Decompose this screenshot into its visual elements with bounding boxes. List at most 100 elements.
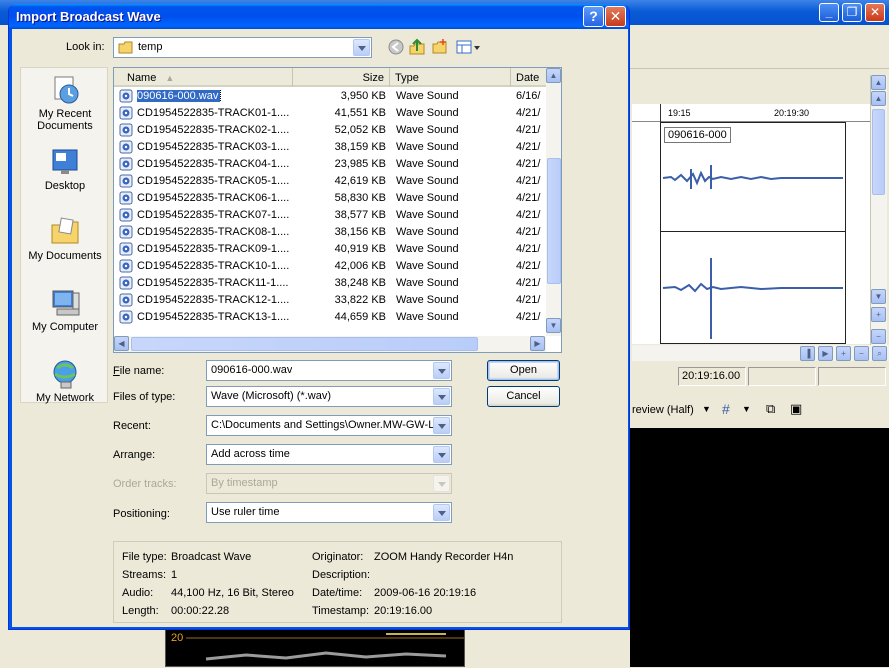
dialog-titlebar[interactable]: Import Broadcast Wave ? ✕ [9, 4, 629, 29]
chevron-down-icon[interactable] [433, 362, 450, 379]
files-of-type-dropdown[interactable]: Wave (Microsoft) (*.wav) [206, 386, 452, 407]
arrange-label: Arrange: [113, 449, 156, 461]
chevron-down-icon[interactable] [353, 39, 370, 56]
column-header-date[interactable]: Date [511, 68, 551, 87]
file-row[interactable]: CD1954522835-TRACK10-1.... 42,006 KB Wave … [114, 258, 546, 275]
minimize-button[interactable]: _ [819, 3, 839, 22]
chevron-down-icon[interactable]: ▼ [742, 404, 751, 414]
order-tracks-value: By timestamp [211, 477, 278, 489]
file-info-panel: File type: Broadcast Wave Streams: 1 Aud… [113, 541, 562, 623]
preview-toolbar: review (Half) ▼ # ▼ ⧉ ▣ [630, 397, 889, 423]
file-row[interactable]: CD1954522835-TRACK07-1.... 38,577 KB Wave … [114, 207, 546, 224]
file-date: 4/21/ [516, 192, 541, 204]
column-header-size[interactable]: Size [293, 68, 390, 87]
new-folder-icon[interactable] [430, 38, 450, 58]
help-button[interactable]: ? [583, 6, 604, 27]
file-size: 41,551 KB [334, 107, 386, 119]
chevron-down-icon[interactable] [433, 388, 450, 405]
track-vertical-scrollbar[interactable]: ▲ ▲ ▼ + − [870, 75, 887, 345]
chevron-down-icon[interactable] [433, 504, 450, 521]
file-size: 58,830 KB [334, 192, 386, 204]
preview-quality-label[interactable]: review (Half) [632, 404, 694, 416]
file-date: 4/21/ [516, 311, 541, 323]
place-my-computer[interactable]: My Computer [21, 287, 109, 333]
wave-file-icon [119, 89, 133, 103]
chevron-down-icon[interactable] [433, 446, 450, 463]
cancel-button[interactable]: Cancel [487, 386, 560, 407]
file-date: 4/21/ [516, 294, 541, 306]
file-row[interactable]: CD1954522835-TRACK04-1.... 23,985 KB Wave … [114, 156, 546, 173]
my-computer-icon [49, 287, 81, 319]
view-menu-icon[interactable] [454, 38, 482, 58]
file-list[interactable]: Name ▲ Size Type Date 090616-000.wav 3,95… [113, 67, 562, 353]
file-name: CD1954522835-TRACK05-1.... [137, 175, 290, 187]
file-row[interactable]: CD1954522835-TRACK01-1.... 41,551 KB Wave … [114, 105, 546, 122]
close-button[interactable]: ✕ [605, 6, 626, 27]
file-row[interactable]: CD1954522835-TRACK08-1.... 38,156 KB Wave … [114, 224, 546, 241]
timeline-ruler[interactable]: 19:15 20:19:30 [632, 104, 870, 122]
my-network-icon [49, 358, 81, 390]
file-row[interactable]: 090616-000.wav 3,950 KB Wave Sound 6/16/ [114, 88, 546, 105]
chevron-down-icon[interactable] [433, 417, 450, 434]
file-name: CD1954522835-TRACK01-1.... [137, 107, 290, 119]
column-header-name[interactable]: Name ▲ [114, 68, 293, 87]
look-in-label: Look in: [66, 41, 105, 53]
copy-frame-icon[interactable]: ⧉ [766, 401, 775, 417]
ruler-tick: 19:15 [668, 108, 691, 118]
file-list-vertical-scrollbar[interactable]: ▲ ▼ [546, 68, 561, 336]
recent-dropdown[interactable]: C:\Documents and Settings\Owner.MW-GW-LT [206, 415, 452, 436]
wave-file-icon [119, 208, 133, 222]
file-name-field[interactable]: 090616-000.wav [206, 360, 452, 381]
scrollbar-thumb[interactable] [131, 337, 478, 351]
place-my-network[interactable]: My Network [21, 358, 109, 404]
track-horizontal-scrollbar[interactable]: ▐ ▶ + − ⌕ [632, 345, 889, 361]
file-name: CD1954522835-TRACK10-1.... [137, 260, 290, 272]
place-label: My Recent Documents [37, 108, 93, 132]
back-icon[interactable] [386, 38, 406, 58]
file-size: 38,577 KB [334, 209, 386, 221]
file-row[interactable]: CD1954522835-TRACK03-1.... 38,159 KB Wave … [114, 139, 546, 156]
look-in-value: temp [138, 41, 163, 53]
positioning-label: Positioning: [113, 508, 170, 520]
place-label: My Network [35, 392, 95, 404]
files-of-type-value: Wave (Microsoft) (*.wav) [211, 390, 331, 402]
place-desktop[interactable]: Desktop [21, 146, 109, 192]
column-header-type[interactable]: Type [390, 68, 511, 87]
app-close-button[interactable]: ✕ [865, 3, 885, 22]
arrange-dropdown[interactable]: Add across time [206, 444, 452, 465]
wave-file-icon [119, 259, 133, 273]
open-button[interactable]: Open [487, 360, 560, 381]
file-name: CD1954522835-TRACK09-1.... [137, 243, 290, 255]
file-row[interactable]: CD1954522835-TRACK12-1.... 33,822 KB Wave … [114, 292, 546, 309]
place-my-documents[interactable]: My Documents [21, 216, 109, 262]
place-my-recent-documents[interactable]: My Recent Documents [21, 74, 109, 132]
file-row[interactable]: CD1954522835-TRACK11-1.... 38,248 KB Wave … [114, 275, 546, 292]
maximize-button[interactable]: ❐ [842, 3, 862, 22]
info-value: 44,100 Hz, 16 Bit, Stereo [171, 587, 294, 599]
wave-file-icon [119, 191, 133, 205]
wave-file-icon [119, 123, 133, 137]
file-list-horizontal-scrollbar[interactable]: ◀ ▶ [114, 336, 546, 352]
look-in-dropdown[interactable]: temp [113, 37, 372, 58]
wave-file-icon [119, 242, 133, 256]
file-row[interactable]: CD1954522835-TRACK05-1.... 42,619 KB Wave … [114, 173, 546, 190]
file-row[interactable]: CD1954522835-TRACK13-1.... 44,659 KB Wave … [114, 309, 546, 326]
files-of-type-label: Files of type: [113, 391, 176, 403]
file-row[interactable]: CD1954522835-TRACK06-1.... 58,830 KB Wave … [114, 190, 546, 207]
file-type: Wave Sound [396, 277, 459, 289]
save-frame-icon[interactable]: ▣ [790, 401, 802, 417]
positioning-dropdown[interactable]: Use ruler time [206, 502, 452, 523]
grid-icon[interactable]: # [722, 401, 730, 417]
chevron-down-icon[interactable]: ▼ [702, 404, 711, 414]
file-type: Wave Sound [396, 158, 459, 170]
scrollbar-thumb[interactable] [547, 158, 561, 284]
file-name: CD1954522835-TRACK06-1.... [137, 192, 290, 204]
place-label: My Documents [28, 250, 102, 262]
file-row[interactable]: CD1954522835-TRACK09-1.... 40,919 KB Wave … [114, 241, 546, 258]
audio-clip[interactable]: 090616-000 [660, 122, 846, 344]
file-name: CD1954522835-TRACK12-1.... [137, 294, 290, 306]
file-row[interactable]: CD1954522835-TRACK02-1.... 52,052 KB Wave … [114, 122, 546, 139]
file-name: CD1954522835-TRACK02-1.... [137, 124, 290, 136]
up-one-level-icon[interactable] [407, 38, 427, 58]
file-type: Wave Sound [396, 192, 459, 204]
